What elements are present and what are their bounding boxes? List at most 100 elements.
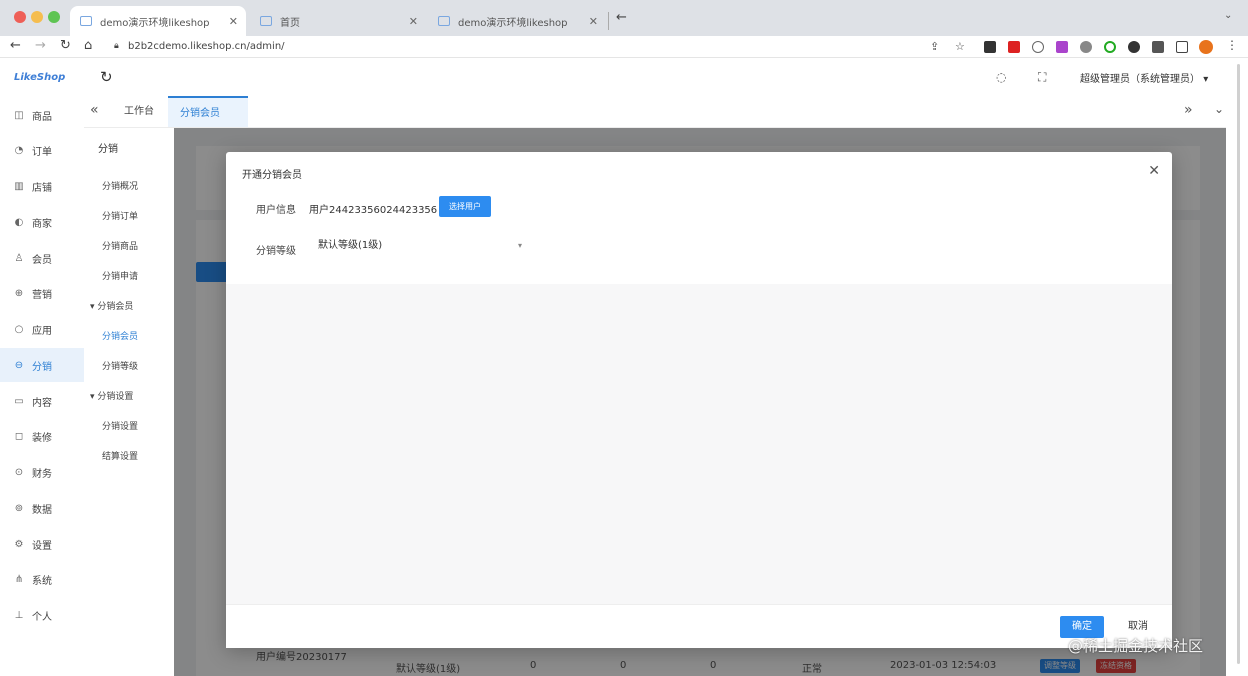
submenu-item-active[interactable]: 分销会员: [84, 322, 174, 352]
menu-dots-icon[interactable]: ⋮: [1226, 38, 1238, 52]
submenu-item[interactable]: 分销申请: [84, 262, 174, 292]
refresh-icon[interactable]: ↻: [100, 68, 113, 86]
notification-bell-icon[interactable]: ◌: [996, 70, 1006, 84]
submenu-group-members[interactable]: ▾ 分销会员: [84, 292, 174, 322]
sidebar-item-member[interactable]: ♙ 会员: [0, 241, 84, 275]
submenu-item[interactable]: 结算设置: [84, 442, 174, 472]
finance-icon: ⊙: [14, 466, 24, 478]
sidebar-item-apps[interactable]: ○ 应用: [0, 312, 84, 346]
open-distribution-member-dialog: 开通分销会员 ✕ 用户信息 用户24423356024423356 分销等级 选…: [226, 152, 1172, 648]
submenu-item[interactable]: 分销订单: [84, 202, 174, 232]
sidebar-item-label: 内容: [32, 397, 52, 409]
submenu-item[interactable]: 分销设置: [84, 412, 174, 442]
sidebar-item-distribution[interactable]: ⊖ 分销: [0, 348, 84, 382]
tab-distribution-member[interactable]: 分销会员: [168, 96, 248, 127]
sidebar-item-settings[interactable]: ⚙ 设置: [0, 527, 84, 561]
browser-tab[interactable]: 首页 ✕: [250, 6, 426, 36]
tabs-scroll-right-icon[interactable]: »: [1184, 102, 1193, 118]
back-icon[interactable]: ←: [10, 38, 21, 53]
extension-icon[interactable]: [1008, 41, 1020, 53]
sidebar-item-label: 数据: [32, 504, 52, 516]
sidebar-item-orders[interactable]: ◔ 订单: [0, 133, 84, 167]
sidebar-item-store[interactable]: ▥ 店铺: [0, 169, 84, 203]
submenu-group-label: 分销会员: [97, 302, 134, 312]
close-window-button[interactable]: [14, 11, 26, 23]
tab-search-chevron-icon[interactable]: ⌄: [1224, 10, 1232, 21]
user-icon: ♙: [14, 252, 24, 264]
fullscreen-icon[interactable]: ⛶: [1038, 70, 1046, 85]
browser-tab-active[interactable]: demo演示环境likeshop ✕: [70, 6, 246, 36]
merchant-icon: ◐: [14, 216, 24, 228]
maximize-window-button[interactable]: [48, 11, 60, 23]
submenu-item[interactable]: 分销概况: [84, 172, 174, 202]
dialog-body-spacer: [226, 284, 1172, 604]
chevron-down-icon: ▾: [517, 241, 522, 250]
close-tab-icon[interactable]: ✕: [229, 15, 238, 28]
forward-icon[interactable]: →: [35, 38, 46, 53]
sidebar-item-content[interactable]: ▭ 内容: [0, 384, 84, 418]
sidebar-item-system[interactable]: ⋔ 系统: [0, 562, 84, 596]
sidebar-item-merchant[interactable]: ◐ 商家: [0, 205, 84, 239]
level-select[interactable]: 默认等级(1级) ▾: [312, 236, 528, 256]
sidebar-item-label: 分销: [32, 361, 52, 373]
page-tabs-bar: « 工作台 分销会员 » ⌄: [84, 96, 1248, 128]
book-icon: ▭: [14, 395, 24, 407]
admin-user-menu[interactable]: 超级管理员（系统管理员） ▾: [1080, 70, 1208, 85]
page-icon: [260, 16, 272, 26]
admin-label: 超级管理员（系统管理员）: [1080, 74, 1200, 85]
extension-icon[interactable]: [1104, 41, 1116, 53]
reload-icon[interactable]: ↻: [60, 38, 71, 53]
back-tab-icon[interactable]: ←: [616, 10, 627, 25]
extension-icon[interactable]: [1056, 41, 1068, 53]
sidebar-item-data[interactable]: ⊚ 数据: [0, 491, 84, 525]
gear-icon: ⚙: [14, 538, 24, 550]
sidepanel-icon[interactable]: [1176, 41, 1188, 53]
sidebar-item-goods[interactable]: ◫ 商品: [0, 98, 84, 132]
select-user-button[interactable]: 选择用户: [439, 196, 491, 217]
profile-avatar[interactable]: [1199, 40, 1213, 54]
tab-label: 首页: [280, 17, 300, 29]
close-tab-icon[interactable]: ✕: [409, 15, 418, 28]
sidebar-item-personal[interactable]: ⊥ 个人: [0, 598, 84, 632]
close-tab-icon[interactable]: ✕: [589, 15, 598, 28]
minimize-window-button[interactable]: [31, 11, 43, 23]
chart-icon: ⊚: [14, 502, 24, 514]
sidebar-item-finance[interactable]: ⊙ 财务: [0, 455, 84, 489]
tab-label: demo演示环境likeshop: [100, 17, 210, 29]
tabs-menu-chevron-icon[interactable]: ⌄: [1214, 102, 1224, 116]
collapse-sidebar-icon[interactable]: «: [90, 102, 99, 118]
page-icon: [80, 16, 92, 26]
tab-label: 分销会员: [180, 108, 220, 119]
person-icon: ⊥: [14, 609, 24, 621]
app-icon: ○: [14, 323, 24, 335]
tab-separator: [608, 12, 609, 30]
close-icon[interactable]: ✕: [1148, 163, 1160, 179]
sidebar-item-decoration[interactable]: ◻ 装修: [0, 419, 84, 453]
sidebar-item-label: 会员: [32, 254, 52, 266]
submenu-item[interactable]: 分销等级: [84, 352, 174, 382]
tab-workbench[interactable]: 工作台: [112, 96, 166, 127]
sidebar-item-marketing[interactable]: ⊕ 营销: [0, 276, 84, 310]
paint-icon: ◻: [14, 430, 24, 442]
scrollbar-thumb[interactable]: [1237, 64, 1240, 664]
extension-icon[interactable]: [984, 41, 996, 53]
main-sidebar: ◫ 商品 ◔ 订单 ▥ 店铺 ◐ 商家 ♙ 会员 ⊕ 营销 ○ 应用 ⊖ 分销 ▭ 内容 ◻ 装修 …: [0, 96, 84, 676]
sidebar-item-label: 个人: [32, 611, 52, 623]
distribution-submenu: 分销 分销概况 分销订单 分销商品 分销申请 ▾ 分销会员 分销会员 分销等级 …: [84, 128, 174, 676]
puzzle-icon[interactable]: [1152, 41, 1164, 53]
extension-icon[interactable]: [1032, 41, 1044, 53]
submenu-group-settings[interactable]: ▾ 分销设置: [84, 382, 174, 412]
bookmark-star-icon[interactable]: ☆: [955, 40, 965, 53]
extension-icon[interactable]: [1128, 41, 1140, 53]
submenu-item[interactable]: 分销商品: [84, 232, 174, 262]
system-icon: ⋔: [14, 573, 24, 585]
url-field[interactable]: b2b2cdemo.likeshop.cn/admin/: [128, 37, 948, 56]
extension-icon[interactable]: [1080, 41, 1092, 53]
watermark: @稀土掘金技术社区: [1068, 637, 1204, 655]
home-icon[interactable]: ⌂: [84, 38, 92, 53]
share-icon[interactable]: ⇪: [930, 40, 939, 53]
browser-tab[interactable]: demo演示环境likeshop ✕: [428, 6, 606, 36]
store-icon: ▥: [14, 180, 24, 192]
submenu-group-label: 分销设置: [97, 392, 134, 402]
level-select-value: 默认等级(1级): [318, 240, 383, 251]
